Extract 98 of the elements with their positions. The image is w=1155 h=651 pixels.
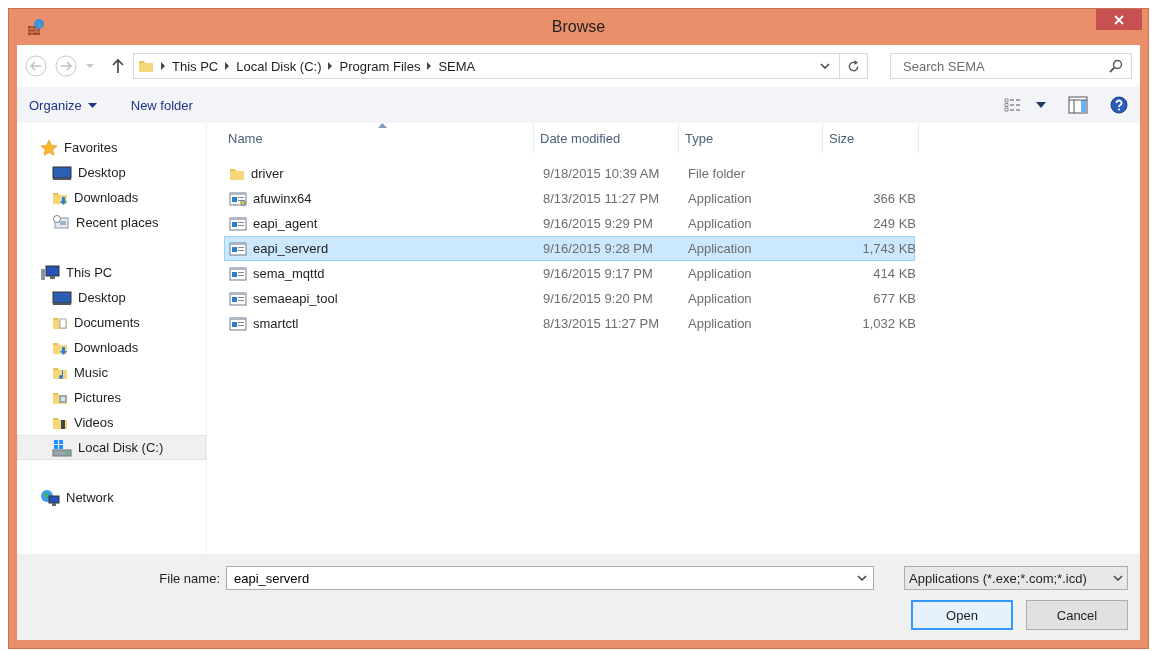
column-header[interactable]: Type <box>679 123 823 153</box>
sidebar-item[interactable]: Music <box>17 360 206 385</box>
chevron-icon <box>327 62 334 70</box>
date-cell-text: 9/16/2015 9:29 PM <box>542 216 654 231</box>
file-row[interactable]: semaeapi_tool 9/16/2015 9:20 PM Application 677 KB <box>224 286 915 311</box>
sidebar-group[interactable]: This PC <box>17 260 206 285</box>
file-name: driver <box>251 166 284 181</box>
file-name: semaeapi_tool <box>253 291 338 306</box>
caret-icon <box>1036 102 1046 108</box>
date-cell-text: 9/18/2015 10:39 AM <box>542 166 661 181</box>
file-row[interactable]: eapi_agent 9/16/2015 9:29 PM Application 249 KB <box>224 211 915 236</box>
size-cell-text: 677 KB <box>872 291 916 306</box>
chevron-icon <box>224 62 231 70</box>
drive-icon <box>52 438 72 457</box>
date-cell-text: 9/16/2015 9:17 PM <box>542 266 654 281</box>
sidebar-item[interactable]: Local Disk (C:) <box>17 435 206 460</box>
type-cell-text: Application <box>687 241 753 256</box>
sidebar-group[interactable]: Network <box>17 485 206 510</box>
star-icon <box>40 138 58 157</box>
chevron-down-icon <box>1113 575 1123 581</box>
type-cell-text: Application <box>687 291 753 306</box>
breadcrumb[interactable]: This PC <box>172 58 219 74</box>
file-row[interactable]: afuwinx64 8/13/2015 11:27 PM Application 366 KB <box>224 186 915 211</box>
close-icon <box>1114 14 1124 25</box>
sidebar-item[interactable]: Videos <box>17 410 206 435</box>
preview-pane-button[interactable] <box>1068 96 1088 114</box>
breadcrumb[interactable]: Program Files <box>339 58 421 74</box>
date-cell-text: 8/13/2015 11:27 PM <box>542 316 661 331</box>
chevron-icon <box>426 62 433 70</box>
date-cell-text: 9/16/2015 9:20 PM <box>542 291 654 306</box>
app-window-icon <box>229 265 247 282</box>
file-name: eapi_agent <box>253 216 318 231</box>
size-cell-text: 366 KB <box>872 191 916 206</box>
type-cell-text: Application <box>687 191 753 206</box>
sidebar-item[interactable]: Documents <box>17 310 206 335</box>
column-header[interactable]: Date modified <box>534 123 679 153</box>
file-row[interactable]: driver 9/18/2015 10:39 AM File folder <box>224 161 915 186</box>
sidebar-item[interactable]: Downloads <box>17 335 206 360</box>
monitor-icon <box>52 289 72 306</box>
caret-icon <box>87 102 97 108</box>
type-cell-text: File folder <box>687 166 747 181</box>
type-cell-text: Application <box>687 316 753 331</box>
sidebar-item[interactable]: Recent places <box>17 210 206 235</box>
file-name: afuwinx64 <box>253 191 312 206</box>
app-window-icon <box>229 240 247 257</box>
size-cell-text: 249 KB <box>872 216 916 231</box>
file-row[interactable]: eapi_serverd 9/16/2015 9:28 PM Application 1,743 KB <box>224 236 915 261</box>
search-field[interactable]: Search SEMA <box>890 53 1132 79</box>
size-cell-text: 1,032 KB <box>861 316 916 331</box>
search-icon <box>1109 59 1123 73</box>
sidebar-item[interactable]: Desktop <box>17 160 206 185</box>
file-type-dropdown[interactable]: Applications (*.exe;*.com;*.icd) <box>904 566 1128 590</box>
date-cell-text: 9/16/2015 9:28 PM <box>542 241 654 256</box>
breadcrumb[interactable]: SEMA <box>438 58 476 74</box>
sidebar-item[interactable]: Downloads <box>17 185 206 210</box>
monitor-icon <box>52 164 72 181</box>
up-button[interactable] <box>111 58 125 74</box>
type-cell-text: Application <box>687 216 753 231</box>
shield-app-icon <box>229 190 247 207</box>
file-name: sema_mqttd <box>253 266 325 281</box>
file-name: smartctl <box>253 316 299 331</box>
computer-icon <box>40 264 60 281</box>
date-cell-text: 8/13/2015 11:27 PM <box>542 191 661 206</box>
window-title: Browse <box>551 18 606 36</box>
app-icon <box>27 18 45 36</box>
app-window-icon <box>229 290 247 307</box>
file-name-field[interactable]: eapi_serverd <box>226 566 874 590</box>
new-folder-button[interactable]: New folder <box>130 97 193 113</box>
recent-places-icon <box>52 214 70 231</box>
file-row[interactable]: smartctl 8/13/2015 11:27 PM Application 1,032 KB <box>224 311 915 336</box>
file-row[interactable]: sema_mqttd 9/16/2015 9:17 PM Application 414 KB <box>224 261 915 286</box>
type-cell-text: Application <box>687 266 753 281</box>
chevron-icon <box>160 62 166 70</box>
close-button[interactable] <box>1096 9 1142 30</box>
file-name-label: File name: <box>159 570 220 586</box>
network-icon <box>40 488 60 507</box>
file-name: eapi_serverd <box>253 241 329 256</box>
size-cell-text: 1,743 KB <box>861 241 916 256</box>
sidebar-item[interactable]: Desktop <box>17 285 206 310</box>
app-window-icon <box>229 215 247 232</box>
sidebar-item[interactable]: Pictures <box>17 385 206 410</box>
refresh-icon <box>847 59 860 73</box>
chevron-down-icon <box>820 63 830 69</box>
sidebar-group[interactable]: Favorites <box>17 135 206 160</box>
organize-menu-button[interactable]: Organize <box>29 97 97 113</box>
default-button[interactable]: Open <box>911 600 1013 630</box>
dialog-button[interactable]: Cancel <box>1026 600 1128 630</box>
view-options-button[interactable] <box>1004 98 1046 112</box>
address-bar[interactable]: This PC Local Disk (C:) Program Files SEMA <box>133 53 868 79</box>
breadcrumb[interactable]: Local Disk (C:) <box>236 58 322 74</box>
help-button[interactable] <box>1110 96 1128 114</box>
app-window-icon <box>229 315 247 332</box>
folder-icon <box>138 58 154 74</box>
dropdown-icon <box>857 575 867 581</box>
column-header[interactable]: Name <box>222 123 534 153</box>
size-cell-text: 414 KB <box>872 266 916 281</box>
file-name-field[interactable]: eapi_serverd <box>232 569 857 587</box>
column-header[interactable]: Size <box>823 123 919 153</box>
